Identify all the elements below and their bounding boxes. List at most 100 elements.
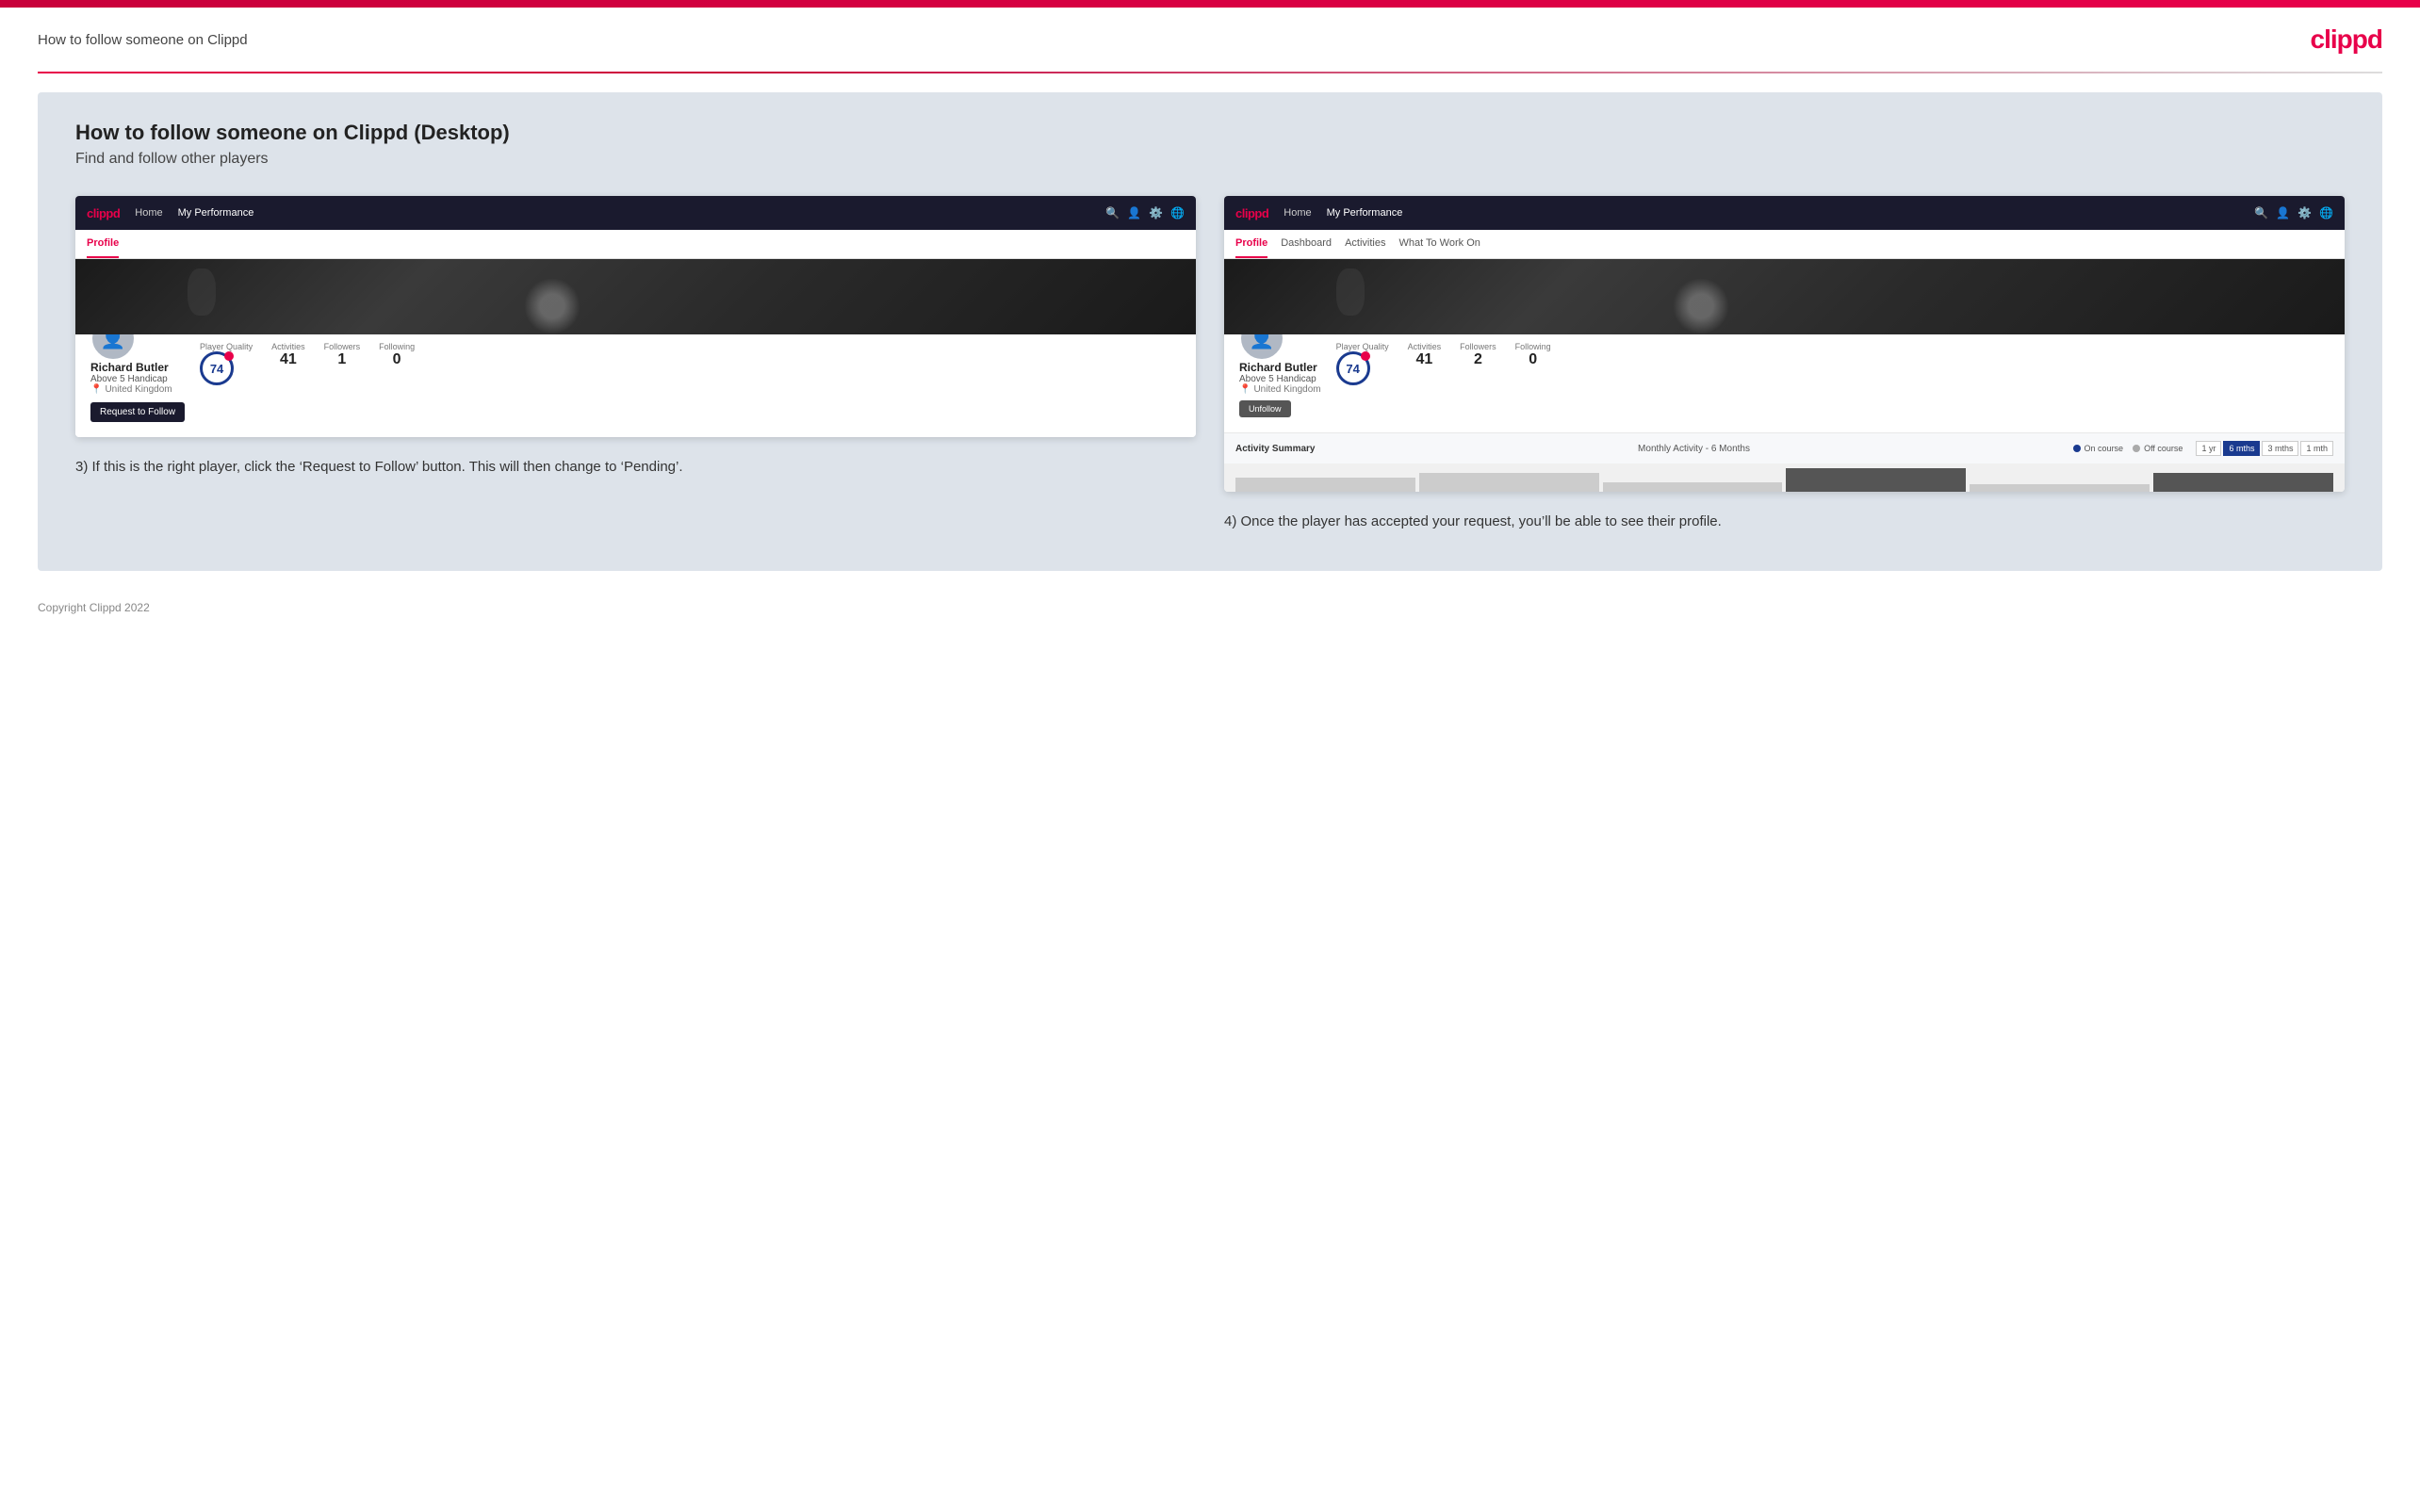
person-icon-2[interactable]: 👤 [2276, 206, 2290, 219]
app-nav-myperformance-2[interactable]: My Performance [1327, 207, 1403, 219]
unfollow-button[interactable]: Unfollow [1239, 400, 1291, 417]
main-content: How to follow someone on Clippd (Desktop… [38, 92, 2382, 571]
settings-icon-1[interactable]: ⚙️ [1149, 206, 1163, 219]
copyright-text: Copyright Clippd 2022 [38, 601, 150, 614]
off-course-dot [2133, 445, 2140, 452]
stat-activities-1: Activities 41 [271, 342, 305, 385]
profile-name-2: Richard Butler [1239, 361, 1317, 374]
request-to-follow-button[interactable]: Request to Follow [90, 402, 185, 422]
chart-placeholder [1224, 463, 2345, 492]
on-course-label: On course [2085, 444, 2124, 453]
activity-period: Monthly Activity - 6 Months [1638, 444, 1750, 454]
time-btn-1yr[interactable]: 1 yr [2196, 441, 2221, 456]
location-pin-icon-2: 📍 [1239, 384, 1251, 395]
following-value-2: 0 [1515, 351, 1551, 368]
quality-circle-1: 74 [200, 351, 234, 385]
footer: Copyright Clippd 2022 [0, 590, 2420, 626]
activities-label-1: Activities [271, 342, 305, 351]
followers-label-2: Followers [1460, 342, 1496, 351]
on-course-dot [2073, 445, 2081, 452]
header-divider [38, 72, 2382, 73]
following-label-1: Following [379, 342, 415, 351]
profile-handicap-1: Above 5 Handicap [90, 374, 168, 384]
quality-circle-2: 74 [1336, 351, 1370, 385]
app-sub-nav-1: Profile [75, 230, 1196, 259]
subnav-dashboard-2[interactable]: Dashboard [1281, 230, 1332, 258]
app-sub-nav-2: Profile Dashboard Activities What To Wor… [1224, 230, 2345, 259]
chart-bar-2 [1419, 473, 1599, 492]
off-course-label: Off course [2144, 444, 2183, 453]
screenshots-row: clippd Home My Performance 🔍 👤 ⚙️ 🌐 Prof… [75, 196, 2345, 533]
person-icon-1[interactable]: 👤 [1127, 206, 1141, 219]
nav-icons-2: 🔍 👤 ⚙️ 🌐 [2254, 206, 2333, 219]
subnav-activities-2[interactable]: Activities [1345, 230, 1385, 258]
page-title: How to follow someone on Clippd [38, 32, 248, 48]
followers-value-1: 1 [324, 351, 361, 368]
time-btn-3mths[interactable]: 3 mths [2262, 441, 2298, 456]
chart-bar-4 [1786, 468, 1966, 492]
activity-summary-label: Activity Summary [1235, 444, 1315, 454]
nav-icons-1: 🔍 👤 ⚙️ 🌐 [1105, 206, 1185, 219]
profile-info-1: 👤 Richard Butler Above 5 Handicap 📍 Unit… [75, 334, 1196, 437]
time-btn-1mth[interactable]: 1 mth [2300, 441, 2333, 456]
profile-location-1: 📍 United Kingdom [90, 384, 172, 395]
profile-banner-1 [75, 259, 1196, 334]
stats-row-2: Player Quality 74 Activities 41 Follower… [1336, 334, 1551, 385]
location-pin-icon-1: 📍 [90, 384, 102, 395]
header: How to follow someone on Clippd clippd [0, 8, 2420, 72]
app-nav-logo-2: clippd [1235, 206, 1268, 220]
time-btn-6mths[interactable]: 6 mths [2223, 441, 2260, 456]
stats-row-1: Player Quality 74 Activities 41 Follower… [200, 334, 415, 385]
activities-value-1: 41 [271, 351, 305, 368]
globe-icon-1[interactable]: 🌐 [1170, 206, 1185, 219]
app-nav-logo-1: clippd [87, 206, 120, 220]
following-value-1: 0 [379, 351, 415, 368]
app-nav-myperformance-1[interactable]: My Performance [178, 207, 254, 219]
stat-followers-2: Followers 2 [1460, 342, 1496, 385]
app-nav-2: clippd Home My Performance 🔍 👤 ⚙️ 🌐 [1224, 196, 2345, 230]
profile-info-2: 👤 Richard Butler Above 5 Handicap 📍 Unit… [1224, 334, 2345, 432]
screenshot-1-frame: clippd Home My Performance 🔍 👤 ⚙️ 🌐 Prof… [75, 196, 1196, 437]
subnav-profile-1[interactable]: Profile [87, 230, 119, 258]
stat-followers-1: Followers 1 [324, 342, 361, 385]
settings-icon-2[interactable]: ⚙️ [2297, 206, 2312, 219]
stat-quality-1: Player Quality 74 [200, 342, 253, 385]
step-4-text: 4) Once the player has accepted your req… [1224, 511, 2345, 533]
followers-label-1: Followers [324, 342, 361, 351]
main-subheading: Find and follow other players [75, 151, 2345, 168]
screenshot-2-block: clippd Home My Performance 🔍 👤 ⚙️ 🌐 Prof… [1224, 196, 2345, 533]
globe-icon-2[interactable]: 🌐 [2319, 206, 2333, 219]
stat-following-1: Following 0 [379, 342, 415, 385]
quality-label-2: Player Quality [1336, 342, 1389, 351]
step-3-text: 3) If this is the right player, click th… [75, 456, 1196, 479]
screenshot-1-block: clippd Home My Performance 🔍 👤 ⚙️ 🌐 Prof… [75, 196, 1196, 479]
screenshot-2-frame: clippd Home My Performance 🔍 👤 ⚙️ 🌐 Prof… [1224, 196, 2345, 492]
search-icon-1[interactable]: 🔍 [1105, 206, 1120, 219]
activities-label-2: Activities [1408, 342, 1442, 351]
activities-value-2: 41 [1408, 351, 1442, 368]
activity-summary-bar: Activity Summary Monthly Activity - 6 Mo… [1224, 432, 2345, 463]
search-icon-2[interactable]: 🔍 [2254, 206, 2268, 219]
followers-value-2: 2 [1460, 351, 1496, 368]
activity-filters: On course Off course 1 yr 6 mths 3 mths … [2073, 441, 2333, 456]
top-bar [0, 0, 2420, 8]
subnav-profile-2[interactable]: Profile [1235, 230, 1267, 258]
app-nav-home-2[interactable]: Home [1284, 207, 1311, 219]
following-label-2: Following [1515, 342, 1551, 351]
quality-label-1: Player Quality [200, 342, 253, 351]
main-heading: How to follow someone on Clippd (Desktop… [75, 121, 2345, 145]
chart-bar-5 [1970, 484, 2150, 492]
profile-handicap-2: Above 5 Handicap [1239, 374, 1316, 384]
stat-activities-2: Activities 41 [1408, 342, 1442, 385]
stat-quality-2: Player Quality 74 [1336, 342, 1389, 385]
profile-banner-2 [1224, 259, 2345, 334]
subnav-whattoworkon-2[interactable]: What To Work On [1398, 230, 1480, 258]
app-nav-home-1[interactable]: Home [135, 207, 162, 219]
stat-following-2: Following 0 [1515, 342, 1551, 385]
app-nav-1: clippd Home My Performance 🔍 👤 ⚙️ 🌐 [75, 196, 1196, 230]
chart-bar-3 [1603, 482, 1783, 492]
chart-bar-6 [2153, 473, 2333, 492]
profile-name-1: Richard Butler [90, 361, 169, 374]
profile-location-2: 📍 United Kingdom [1239, 384, 1321, 395]
logo: clippd [2311, 24, 2382, 55]
